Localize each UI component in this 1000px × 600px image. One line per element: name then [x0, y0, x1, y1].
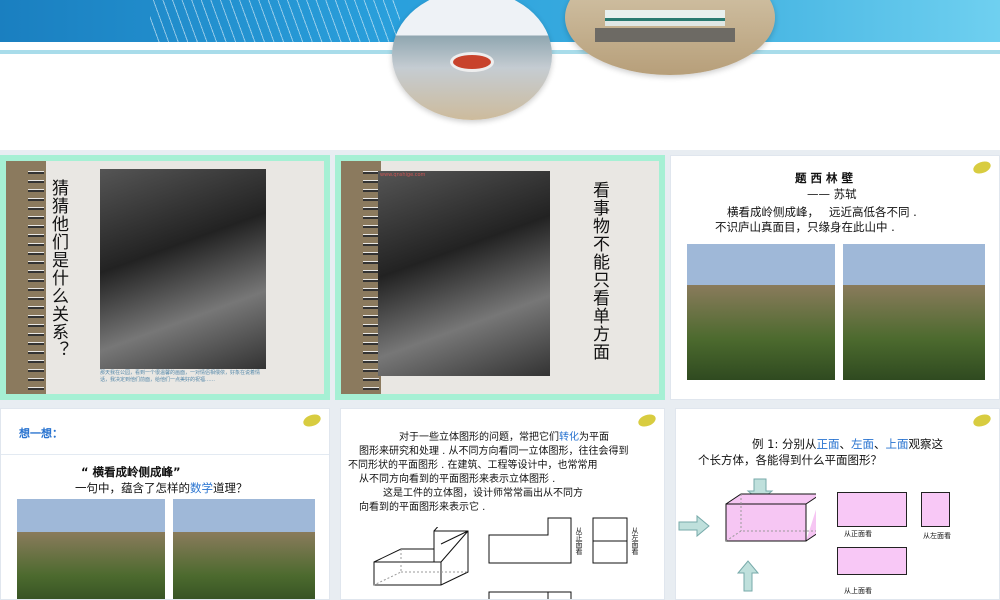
workpiece-3d-drawing — [373, 527, 469, 586]
logo-icon — [971, 412, 993, 429]
slide-thumbnail-2[interactable]: 猜猜他们是什么关系？ 那天我在公园，看到一个很温馨的画面，一对情侣相偎依，好象在… — [0, 155, 330, 400]
paragraph-line: 不同形状的平面图形 . 在建筑、工程等设计中，也常常用 — [348, 460, 598, 471]
top-view-label: 从上面看 — [844, 587, 872, 595]
poem-author: —— 苏轼 — [807, 187, 857, 201]
poem-line-1b: 远近高低各不同 . — [829, 205, 917, 219]
paragraph-line: 向看到的平面图形来表示它 . — [359, 502, 486, 513]
photo-caption: 那天我在公园，看到一个很温馨的画面，一对情侣相偎依，好象在说着情话，我决定到他们… — [100, 370, 261, 383]
paragraph-line: 这是工件的立体图，设计师常常画出从不同方 — [383, 488, 583, 499]
example-line-1: 例 1: 分别从正面、左面、上面观察这 — [752, 437, 944, 451]
front-view-rect — [837, 492, 907, 527]
stadium-photo — [392, 0, 552, 120]
logo-icon — [636, 412, 658, 429]
paragraph-line: 从不同方向看到的平面图形来表示立体图形 . — [359, 474, 556, 485]
vertical-statement: 看事物不能只看单方面 — [589, 181, 609, 361]
logo-icon — [301, 412, 323, 429]
slide-thumbnail-3[interactable]: www.qnshige.com 看事物不能只看单方面 — [335, 155, 665, 400]
vertical-question: 猜猜他们是什么关系？ — [48, 179, 68, 359]
mountain-photo-1 — [687, 244, 835, 380]
couple-photo — [100, 169, 266, 369]
front-view-label: 从正面看 — [575, 527, 583, 555]
quote: “ 横看成岭侧成峰” — [81, 465, 181, 479]
slide-thumbnail-6[interactable]: 对于一些立体图形的问题，常把它们转化为平面 图形来研究和处理 . 从不同方向看同… — [340, 408, 665, 600]
slide-thumbnail-7[interactable]: 例 1: 分别从正面、左面、上面观察这 个长方体，各能得到什么平面图形？ 从正面… — [675, 408, 1000, 600]
arrow-right-icon — [678, 514, 710, 538]
train-photo — [565, 0, 775, 75]
example-line-2: 个长方体，各能得到什么平面图形？ — [698, 453, 882, 467]
poem-line-2: 不识庐山真面目，只缘身在此山中 . — [715, 220, 895, 234]
cuboid-diagram — [678, 478, 816, 592]
mountain-photo-1 — [17, 499, 165, 599]
mountain-photo-2 — [173, 499, 315, 599]
heading: 想一想： — [19, 427, 63, 440]
poem-title: 题 西 林 壁 — [795, 171, 854, 185]
logo-icon — [971, 159, 993, 176]
left-view-drawing — [592, 517, 628, 564]
watermark: www.qnshige.com — [380, 172, 426, 178]
front-view-drawing — [488, 517, 572, 599]
left-view-label: 从左面看 — [631, 527, 639, 555]
slide-thumbnail-1[interactable] — [0, 0, 1000, 150]
poem-line-1: 横看成岭侧成峰， — [727, 205, 819, 219]
question: 一句中，蕴含了怎样的数学道理？ — [75, 481, 248, 495]
arrow-up-icon — [736, 560, 760, 592]
left-view-label: 从左面看 — [923, 532, 951, 540]
man-dog-photo: www.qnshige.com — [378, 171, 550, 376]
slide-thumbnail-5[interactable]: 想一想： “ 横看成岭侧成峰” 一句中，蕴含了怎样的数学道理？ — [0, 408, 330, 600]
left-view-rect — [921, 492, 950, 527]
top-view-rect — [837, 547, 907, 575]
slide-thumbnail-4[interactable]: 题 西 林 壁 —— 苏轼 横看成岭侧成峰， 远近高低各不同 . 不识庐山真面目… — [670, 155, 1000, 400]
paragraph-line: 图形来研究和处理 . 从不同方向看同一立体图形，往往会得到 — [359, 446, 629, 457]
front-view-label: 从正面看 — [844, 530, 872, 538]
paragraph-line: 对于一些立体图形的问题，常把它们转化为平面 — [399, 432, 609, 443]
mountain-photo-2 — [843, 244, 985, 380]
